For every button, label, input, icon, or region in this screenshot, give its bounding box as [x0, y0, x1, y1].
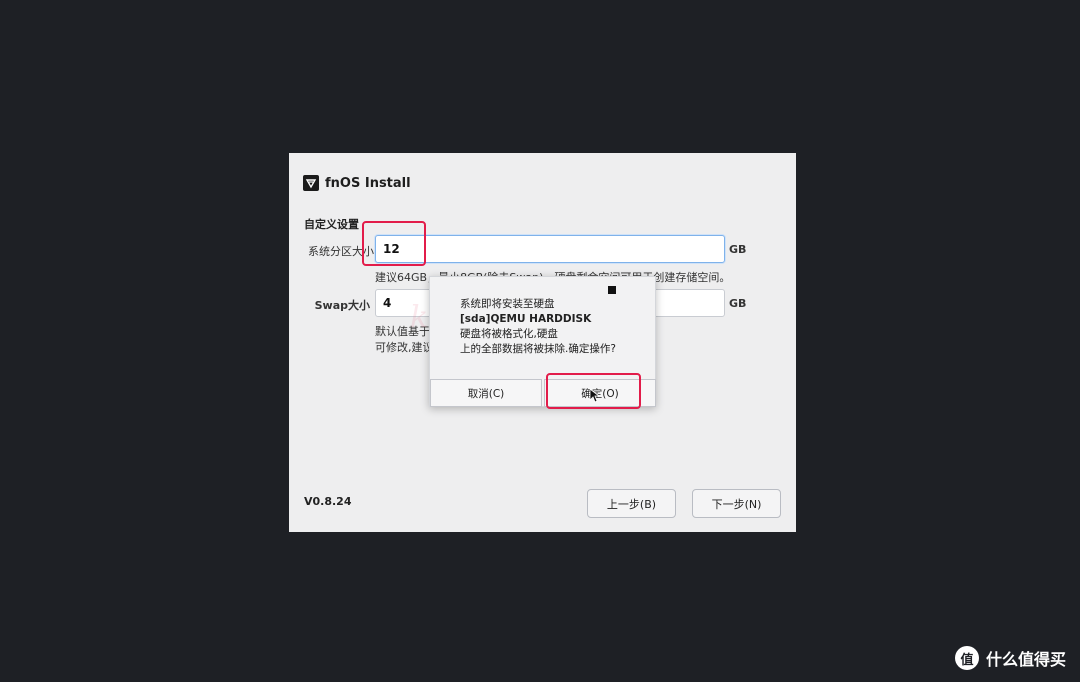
- dialog-line-2: [sda]QEMU HARDDISK: [460, 313, 592, 325]
- prev-step-button[interactable]: 上一步(B): [587, 489, 676, 518]
- fnos-logo-icon: [303, 175, 319, 191]
- title-bar: fnOS Install: [303, 173, 411, 193]
- dialog-line-1: 系统即将安装至硬盘: [460, 298, 555, 310]
- mouse-cursor-icon: [589, 388, 601, 407]
- swap-unit: GB: [729, 297, 747, 310]
- annotation-box-partition: [362, 221, 426, 266]
- swap-label: Swap大小: [314, 299, 370, 312]
- system-partition-unit: GB: [729, 243, 747, 256]
- brand-watermark: 值 什么值得买: [954, 646, 1066, 670]
- dialog-line-3: 硬盘将被格式化,硬盘: [460, 328, 558, 340]
- swap-hint-line2: 可修改,建议: [375, 341, 434, 354]
- section-title: 自定义设置: [304, 218, 359, 231]
- close-icon[interactable]: [608, 286, 616, 294]
- system-partition-input[interactable]: 12: [375, 235, 725, 263]
- brand-logo-icon: 值: [954, 646, 979, 670]
- next-step-button[interactable]: 下一步(N): [692, 489, 781, 518]
- brand-name: 什么值得买: [985, 650, 1066, 669]
- cancel-button[interactable]: 取消(C): [430, 379, 542, 407]
- version-label: V0.8.24: [304, 495, 352, 508]
- window-title: fnOS Install: [325, 175, 411, 191]
- dialog-message: 系统即将安装至硬盘 [sda]QEMU HARDDISK 硬盘将被格式化,硬盘 …: [460, 297, 630, 357]
- dialog-line-4: 上的全部数据将被抹除.确定操作?: [460, 343, 616, 355]
